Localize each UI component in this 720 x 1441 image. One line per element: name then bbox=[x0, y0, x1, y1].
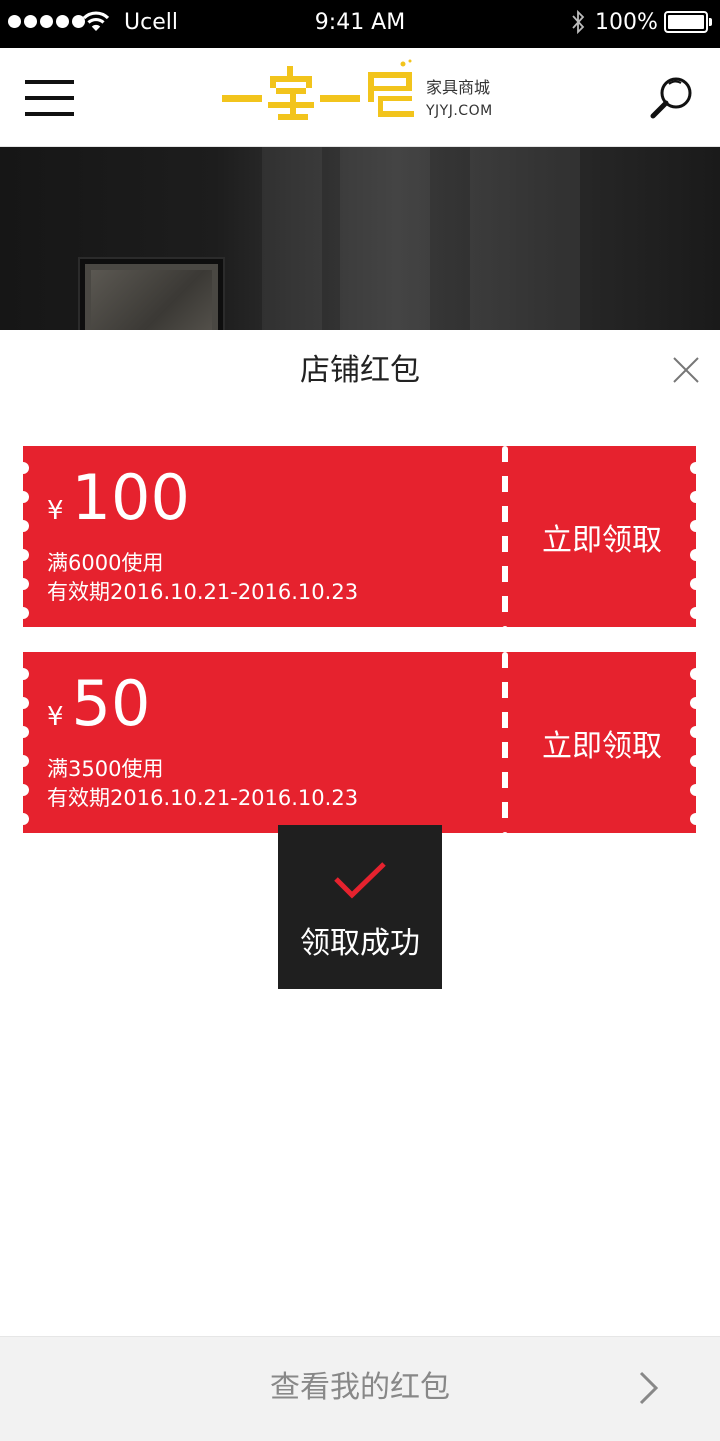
bluetooth-icon bbox=[572, 9, 585, 35]
hamburger-menu-icon[interactable] bbox=[25, 80, 74, 116]
logo-mark-icon bbox=[222, 59, 414, 120]
currency-symbol: ¥ bbox=[47, 496, 64, 526]
coupon-card: ¥ 100 满6000使用 有效期2016.10.21-2016.10.23 立… bbox=[23, 446, 696, 627]
success-toast: 领取成功 bbox=[278, 825, 442, 989]
background-photo bbox=[0, 147, 720, 330]
search-icon[interactable] bbox=[648, 74, 696, 122]
coupon-value: 50 bbox=[71, 667, 151, 740]
coupon-condition: 满3500使用 bbox=[47, 757, 164, 781]
currency-symbol: ¥ bbox=[47, 702, 64, 732]
claim-coupon-button[interactable]: 立即领取 bbox=[508, 652, 696, 833]
close-icon[interactable] bbox=[670, 354, 702, 386]
battery-percentage: 100% bbox=[595, 10, 658, 35]
view-my-red-packets-label: 查看我的红包 bbox=[270, 1370, 450, 1405]
battery-icon bbox=[664, 11, 712, 33]
coupon-value: 100 bbox=[71, 461, 190, 534]
chevron-right-icon bbox=[639, 1371, 659, 1405]
coupon-amount: ¥ 50 bbox=[47, 668, 150, 740]
coupon-validity: 有效期2016.10.21-2016.10.23 bbox=[47, 580, 359, 604]
view-my-red-packets-button[interactable]: 查看我的红包 bbox=[0, 1336, 720, 1441]
brand-logo[interactable]: 家具商城 YJYJ.COM bbox=[220, 58, 510, 128]
top-navigation-bar: 家具商城 YJYJ.COM bbox=[0, 48, 720, 147]
toast-message: 领取成功 bbox=[300, 926, 420, 961]
coupon-card: ¥ 50 满3500使用 有效期2016.10.21-2016.10.23 立即… bbox=[23, 652, 696, 833]
logo-slogan: 家具商城 bbox=[426, 78, 491, 97]
logo-domain: YJYJ.COM bbox=[426, 103, 493, 119]
popup-title: 店铺红包 bbox=[300, 353, 420, 388]
coupon-amount: ¥ 100 bbox=[47, 462, 190, 534]
coupon-validity: 有效期2016.10.21-2016.10.23 bbox=[47, 786, 359, 810]
picture-frame bbox=[80, 259, 223, 330]
status-bar: Ucell 9:41 AM 100% bbox=[0, 0, 720, 48]
coupon-condition: 满6000使用 bbox=[47, 551, 164, 575]
claim-coupon-button[interactable]: 立即领取 bbox=[508, 446, 696, 627]
checkmark-icon bbox=[334, 862, 386, 899]
